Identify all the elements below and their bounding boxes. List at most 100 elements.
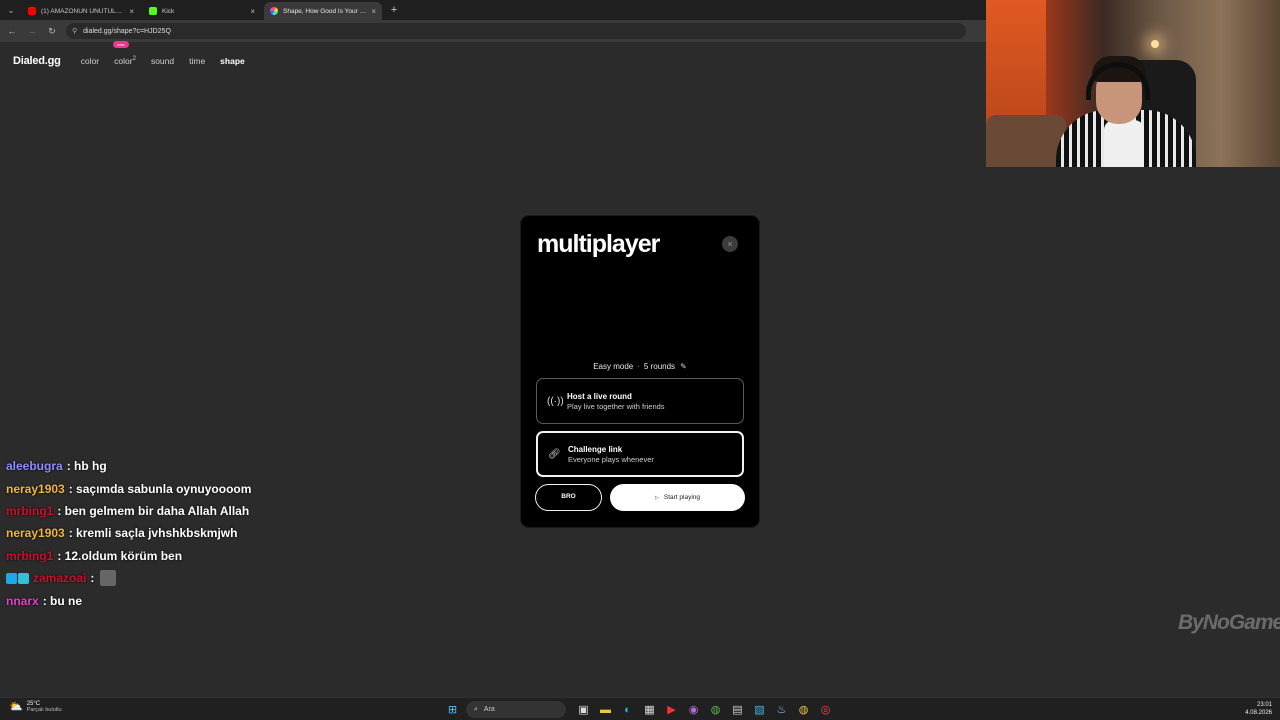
site-nav: Dialed.gg color new color2 sound time sh… [13, 41, 260, 72]
challenge-option-subtitle: Everyone plays whenever [568, 454, 654, 464]
close-button[interactable]: × [722, 236, 738, 252]
chat-text: : 12.oldum körüm ben [57, 548, 183, 563]
chrome-icon[interactable]: ◍ [707, 701, 724, 718]
browser-tab-shape[interactable]: Shape, How Good Is Your Spati × [264, 2, 382, 20]
chat-message: mrbing1 : 12.oldum körüm ben [6, 545, 406, 567]
close-icon[interactable]: × [250, 7, 255, 16]
badge-icon [6, 572, 17, 584]
modal-title: multiplayer [537, 230, 660, 258]
host-live-round-option[interactable]: ((·)) Host a live round Play live togeth… [536, 378, 744, 424]
dialed-icon [270, 7, 278, 15]
windows-start-icon[interactable]: ⊞ [444, 701, 461, 718]
chat-username: mrbing1 [6, 548, 54, 563]
edge-icon[interactable]: ◐ [619, 701, 636, 718]
bro-button[interactable]: BRO [535, 484, 602, 511]
forward-icon[interactable]: → [26, 26, 38, 36]
chat-message: aleebugra : hb hg [6, 455, 406, 477]
nav-color2-label: color [114, 56, 133, 66]
system-clock[interactable]: 23:01 4.08.2026 [1230, 701, 1272, 717]
weather-widget[interactable]: ⛅ 25°C Parçalı bulutlu [9, 700, 62, 714]
start-playing-button[interactable]: ▷ Start playing [610, 484, 745, 511]
url-text: dialed.gg/shape?c=HJD25Q [83, 27, 171, 35]
tab-label: (1) AMAZONUN UNUTULAN K [41, 7, 125, 15]
multiplayer-modal: multiplayer × Easy mode · 5 rounds ✎ ((·)) … [521, 216, 759, 527]
chat-badges [6, 572, 29, 584]
archive-icon[interactable]: ▤ [729, 701, 746, 718]
reload-icon[interactable]: ↻ [46, 26, 58, 37]
webcam-lamp [1151, 40, 1159, 48]
photos-icon[interactable]: ▧ [751, 701, 768, 718]
new-tab-button[interactable]: + [385, 2, 403, 20]
opera-icon[interactable]: ◎ [817, 701, 834, 718]
chat-text: : hb hg [66, 459, 107, 474]
nav-shape[interactable]: shape [220, 56, 245, 66]
nav-time[interactable]: time [189, 56, 205, 66]
chat-overlay: aleebugra : hb hg neray1903 : saçımda sa… [6, 455, 406, 612]
chat-message: zamazoai : [6, 567, 406, 589]
chrome-active-icon[interactable]: ◍ [795, 701, 812, 718]
kick-icon [149, 7, 157, 15]
tab-search-icon[interactable]: ⌄ [0, 0, 22, 20]
tab-label: Kick [162, 7, 175, 15]
link-icon: 🔗︎ [548, 448, 561, 460]
taskbar-search[interactable]: ⌕ Ara [466, 701, 566, 718]
chat-message: nnarx : bu ne [6, 589, 406, 611]
tab-label: Shape, How Good Is Your Spati [283, 7, 367, 15]
taskbar-apps: ⊞ ⌕ Ara ▣ ▬ ◐ ▦ ▶ ◉ ◍ ▤ ▧ ♨ ◍ ◎ [444, 700, 834, 719]
search-icon: ⌕ [474, 705, 478, 713]
mode-separator: · [637, 362, 640, 371]
mode-label: Easy mode [593, 362, 634, 371]
site-settings-icon[interactable]: ⚲ [72, 27, 77, 35]
nav-color2-sup: 2 [132, 56, 136, 63]
host-option-title: Host a live round [567, 391, 632, 401]
site-logo[interactable]: Dialed.gg [13, 55, 61, 67]
chat-username: nnarx [6, 593, 39, 608]
chat-text: : saçımda sabunla oynuyoooom [68, 481, 252, 496]
nav-sound[interactable]: sound [151, 56, 174, 66]
nav-color[interactable]: color [81, 56, 99, 66]
search-placeholder: Ara [483, 706, 495, 713]
back-icon[interactable]: ← [6, 26, 18, 36]
challenge-option-title: Challenge link [568, 444, 623, 454]
chat-message: neray1903 : saçımda sabunla oynuyoooom [6, 477, 406, 499]
browser-tab-youtube[interactable]: (1) AMAZONUN UNUTULAN K × [22, 2, 140, 20]
file-explorer-icon[interactable]: ▬ [597, 701, 614, 718]
webcam-overlay [986, 0, 1280, 167]
chat-username: neray1903 [6, 526, 65, 541]
chat-text: : [90, 571, 95, 586]
challenge-link-option[interactable]: 🔗︎ Challenge link Everyone plays wheneve… [536, 431, 744, 477]
host-option-subtitle: Play live together with friends [567, 401, 665, 411]
chat-username: neray1903 [6, 481, 65, 496]
badge-icon [18, 572, 29, 584]
url-input[interactable]: ⚲ dialed.gg/shape?c=HJD25Q [66, 23, 966, 39]
partly-cloudy-icon: ⛅ [9, 701, 23, 713]
pencil-icon[interactable]: ✎ [680, 362, 687, 371]
new-badge: new [113, 41, 129, 48]
youtube-app-icon[interactable]: ▶ [663, 701, 680, 718]
browser-tab-kick[interactable]: Kick × [143, 2, 261, 20]
chat-text: : ben gelmem bir daha Allah Allah [57, 503, 250, 518]
close-icon[interactable]: × [129, 7, 134, 16]
chat-username: zamazoai [33, 571, 87, 586]
mode-settings[interactable]: Easy mode · 5 rounds ✎ [521, 362, 759, 371]
task-view-icon[interactable]: ▣ [575, 701, 592, 718]
rounds-label: 5 rounds [643, 362, 676, 371]
chat-username: mrbing1 [6, 503, 54, 518]
close-icon[interactable]: × [371, 7, 376, 16]
broadcast-icon: ((·)) [547, 395, 564, 407]
nav-color2[interactable]: new color2 [113, 41, 136, 66]
chat-text: : bu ne [42, 593, 83, 608]
play-icon: ▷ [655, 495, 659, 501]
clock-date: 4.08.2026 [1245, 710, 1272, 716]
chat-message: mrbing1 : ben gelmem bir daha Allah Alla… [6, 500, 406, 522]
chat-text: : kremli saçla jvhshkbskmjwh [68, 526, 238, 541]
clock-time: 23:01 [1256, 702, 1272, 708]
store-icon[interactable]: ▦ [641, 701, 658, 718]
app-icon[interactable]: ◉ [685, 701, 702, 718]
chat-message: neray1903 : kremli saçla jvhshkbskmjwh [6, 522, 406, 544]
steam-icon[interactable]: ♨ [773, 701, 790, 718]
webcam-person-shirt [1104, 120, 1144, 167]
youtube-icon [28, 7, 36, 15]
emote-icon [100, 570, 117, 587]
webcam-sofa [986, 115, 1066, 167]
